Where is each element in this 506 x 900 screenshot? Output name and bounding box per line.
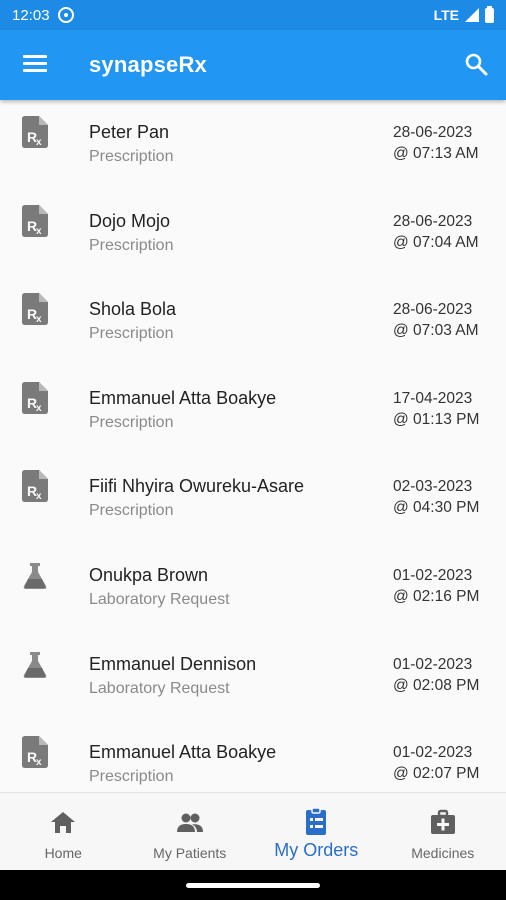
order-patient-name: Fiifi Nhyira Owureku-Asare <box>89 476 305 497</box>
signal-icon <box>465 8 479 22</box>
svg-text:x: x <box>36 757 42 768</box>
bottom-navigation: Home My Patients My Orders Medicines <box>0 792 506 870</box>
network-type: LTE <box>433 7 459 23</box>
people-icon <box>176 813 203 832</box>
clipboard-list-icon <box>306 807 327 835</box>
nav-label: My Orders <box>274 840 359 860</box>
order-time: @ 07:13 AM <box>393 145 479 162</box>
home-icon <box>51 812 76 833</box>
gesture-bar <box>0 870 506 900</box>
order-type: Prescription <box>89 148 174 165</box>
home-gesture-handle[interactable] <box>186 883 320 888</box>
order-type: Laboratory Request <box>89 679 230 697</box>
app-bar: synapseRx <box>0 30 506 100</box>
order-time: @ 02:07 PM <box>393 765 480 783</box>
flask-icon <box>23 562 47 589</box>
flask-icon <box>23 651 47 678</box>
order-patient-name: Emmanuel Dennison <box>89 653 257 674</box>
nav-label: Medicines <box>411 845 475 861</box>
globe-icon <box>57 7 74 23</box>
order-date: 01-02-2023 <box>393 566 473 584</box>
order-patient-name: Emmanuel Atta Boakye <box>89 387 277 408</box>
order-patient-name: Dojo Mojo <box>89 210 171 231</box>
order-date: 28-06-2023 <box>393 124 473 141</box>
prescription-icon: R x <box>22 116 48 148</box>
svg-text:x: x <box>36 491 42 502</box>
svg-text:x: x <box>36 226 42 237</box>
order-time: @ 07:03 AM <box>393 322 479 340</box>
order-type: Prescription <box>89 325 174 343</box>
order-row[interactable]: Onukpa Brown Laboratory Request 01-02-2023… <box>0 543 506 632</box>
orders-list: R x Peter Pan Prescription 28-06-2023 @ 07:… <box>0 100 506 792</box>
svg-text:x: x <box>36 403 42 414</box>
svg-text:x: x <box>36 137 42 148</box>
order-patient-name: Emmanuel Atta Boakye <box>89 742 277 763</box>
order-date: 28-06-2023 <box>393 212 473 230</box>
order-row[interactable]: R x Dojo Mojo Prescription 28-06-2023 @ 07:… <box>0 189 506 278</box>
order-type: Prescription <box>89 502 174 520</box>
nav-item-my-patients[interactable]: My Patients <box>127 793 254 870</box>
order-time: @ 04:30 PM <box>393 499 480 517</box>
order-date: 01-02-2023 <box>393 655 473 673</box>
prescription-icon: R x <box>22 204 48 237</box>
order-patient-name: Peter Pan <box>89 122 170 142</box>
status-indicators: LTE <box>433 5 494 23</box>
prescription-icon: R x <box>22 293 48 326</box>
app-title: synapseRx <box>89 52 207 77</box>
order-row[interactable]: R x Emmanuel Atta Boakye Prescription 17-0… <box>0 366 506 455</box>
menu-icon[interactable] <box>23 55 47 75</box>
nav-item-home[interactable]: Home <box>0 793 127 870</box>
battery-icon <box>485 5 494 23</box>
order-type: Prescription <box>89 236 174 254</box>
order-type: Laboratory Request <box>89 590 230 608</box>
order-time: @ 07:04 AM <box>393 233 479 251</box>
order-row[interactable]: R x Fiifi Nhyira Owureku-Asare Prescripti… <box>0 454 506 543</box>
order-row[interactable]: Emmanuel Dennison Laboratory Request 01-02… <box>0 632 506 721</box>
order-date: 01-02-2023 <box>393 744 473 762</box>
svg-text:x: x <box>36 314 42 325</box>
order-type: Prescription <box>89 413 174 431</box>
status-time: 12:03 <box>12 6 50 24</box>
order-row[interactable]: R x Shola Bola Prescription 28-06-2023 @ 07… <box>0 277 506 366</box>
prescription-icon: R x <box>22 470 48 503</box>
status-bar: 12:03 LTE <box>0 0 506 30</box>
order-row[interactable]: R x Emmanuel Atta Boakye Prescription 01-0… <box>0 720 506 792</box>
order-date: 17-04-2023 <box>393 389 473 407</box>
order-row[interactable]: R x Peter Pan Prescription 28-06-2023 @ 07:… <box>0 100 506 189</box>
order-time: @ 01:13 PM <box>393 410 480 428</box>
order-patient-name: Onukpa Brown <box>89 564 209 585</box>
order-time: @ 02:08 PM <box>393 676 480 694</box>
nav-item-my-orders[interactable]: My Orders <box>253 793 380 870</box>
medical-bag-icon <box>430 809 455 834</box>
prescription-icon: R x <box>22 736 48 769</box>
order-date: 28-06-2023 <box>393 301 473 319</box>
order-patient-name: Shola Bola <box>89 299 177 320</box>
nav-label: Home <box>44 845 82 861</box>
order-type: Prescription <box>89 768 174 786</box>
order-time: @ 02:16 PM <box>393 587 480 605</box>
nav-label: My Patients <box>153 845 227 861</box>
nav-item-medicines[interactable]: Medicines <box>380 793 506 870</box>
prescription-icon: R x <box>22 381 48 414</box>
order-date: 02-03-2023 <box>393 478 473 496</box>
search-icon[interactable] <box>464 52 488 76</box>
